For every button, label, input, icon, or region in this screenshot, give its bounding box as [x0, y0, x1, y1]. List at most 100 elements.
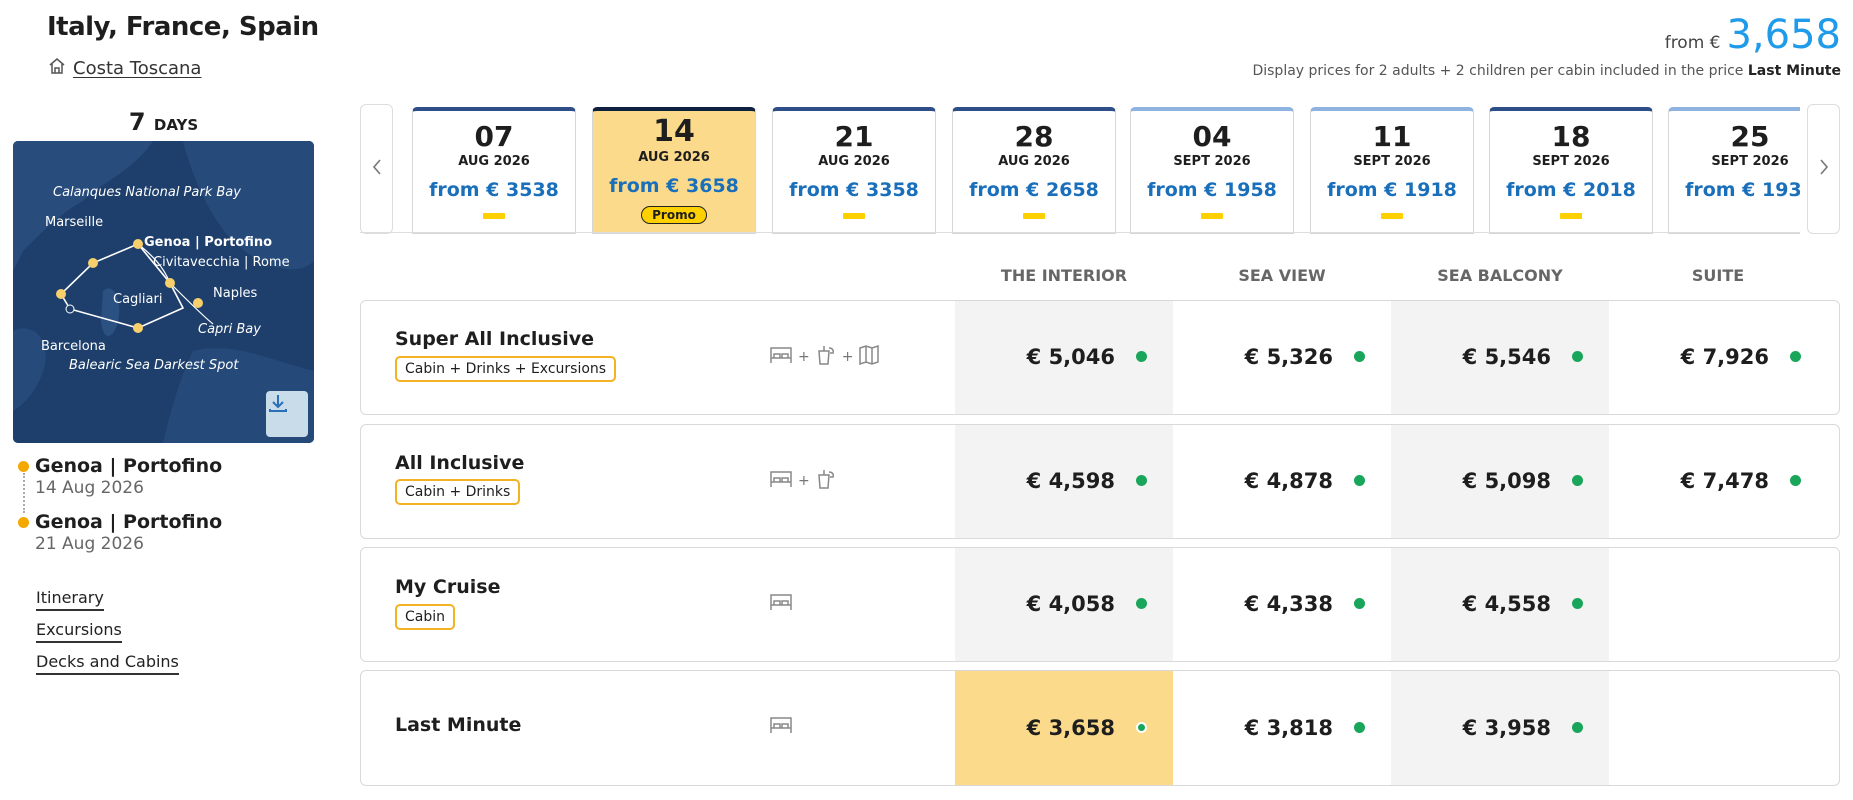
rate-name: My Cruise	[395, 576, 501, 598]
availability-dot-icon	[1790, 475, 1801, 486]
price-cell[interactable]: € 3,958	[1391, 671, 1609, 785]
itinerary-stops: Genoa | Portofino 14 Aug 2026 Genoa | Po…	[18, 455, 222, 567]
price-cell[interactable]: € 4,058	[955, 548, 1173, 660]
price-cell[interactable]: € 5,098	[1391, 425, 1609, 537]
date-card[interactable]: 28 AUG 2026 from € 2658	[952, 107, 1116, 234]
date-month: SEPT 2026	[1711, 154, 1789, 169]
price-value: € 7,926	[1680, 345, 1769, 369]
map-label-calanques: Calanques National Park Bay	[53, 185, 241, 200]
download-map-button[interactable]	[266, 391, 308, 437]
ship-link[interactable]: Costa Toscana	[47, 56, 201, 81]
rate-name: Last Minute	[395, 714, 522, 736]
price-value: € 5,098	[1462, 469, 1551, 493]
availability-dot-icon	[1572, 598, 1583, 609]
price-cell[interactable]: € 7,926	[1609, 301, 1827, 413]
price-cell[interactable]: € 4,558	[1391, 548, 1609, 660]
date-day: 21	[834, 120, 874, 153]
availability-dot-icon	[1136, 722, 1147, 733]
date-card[interactable]: 21 AUG 2026 from € 3358	[772, 107, 936, 234]
decks-and-cabins-link[interactable]: Decks and Cabins	[36, 652, 179, 675]
col-header-suite: SUITE	[1691, 266, 1745, 285]
date-day: 11	[1372, 120, 1412, 153]
price-value: € 4,878	[1244, 469, 1333, 493]
stop-port: Genoa | Portofino	[35, 511, 223, 533]
stop-item: Genoa | Portofino 21 Aug 2026	[18, 511, 222, 567]
price-value: € 4,058	[1026, 592, 1115, 616]
from-label: from €	[1664, 33, 1721, 53]
map-label-barcelona: Barcelona	[41, 339, 106, 354]
info-links: Itinerary Excursions Decks and Cabins	[36, 588, 179, 684]
price-cell[interactable]: € 5,546	[1391, 301, 1609, 413]
price-value: € 3,958	[1462, 716, 1551, 740]
date-day: 25	[1730, 120, 1770, 153]
date-price: from € 2018	[1506, 179, 1636, 201]
page-title: Italy, France, Spain	[47, 12, 319, 42]
rate-icons: + +	[768, 343, 881, 371]
date-indicator	[483, 213, 505, 219]
date-price: from € 1938	[1685, 179, 1800, 201]
date-card-selected[interactable]: 14 AUG 2026 from € 3658 Promo	[592, 107, 756, 234]
rate-tag: Cabin + Drinks + Excursions	[395, 356, 617, 382]
price-cell[interactable]: € 4,598	[955, 425, 1173, 537]
date-price: from € 3658	[609, 175, 739, 197]
price-cell[interactable]: € 4,878	[1173, 425, 1391, 537]
price-cell[interactable]: € 5,326	[1173, 301, 1391, 413]
date-indicator	[843, 213, 865, 219]
date-card[interactable]: 07 AUG 2026 from € 3538	[412, 107, 576, 234]
date-month: AUG 2026	[998, 154, 1070, 169]
price-cell[interactable]: € 5,046	[955, 301, 1173, 413]
date-price: from € 3538	[429, 179, 559, 201]
date-month: AUG 2026	[458, 154, 530, 169]
col-header-sea-balcony: SEA BALCONY	[1437, 266, 1563, 285]
from-price-value: 3,658	[1726, 12, 1841, 58]
stop-date: 14 Aug 2026	[35, 478, 144, 498]
date-card[interactable]: 18 SEPT 2026 from € 2018	[1489, 107, 1653, 234]
dates-prev-button[interactable]	[360, 104, 393, 234]
days-unit: DAYS	[153, 116, 199, 134]
stop-dot	[18, 517, 29, 528]
itinerary-map[interactable]: Calanques National Park Bay Marseille Ge…	[13, 141, 314, 443]
date-month: SEPT 2026	[1353, 154, 1431, 169]
map-label-marseille: Marseille	[45, 215, 104, 230]
availability-dot-icon	[1354, 475, 1365, 486]
col-header-sea-view: SEA VIEW	[1238, 266, 1326, 285]
date-price: from € 1918	[1327, 179, 1457, 201]
date-price: from € 1958	[1147, 179, 1277, 201]
excursions-link[interactable]: Excursions	[36, 620, 122, 643]
itinerary-link[interactable]: Itinerary	[36, 588, 104, 611]
price-value: € 4,338	[1244, 592, 1333, 616]
date-indicator	[1201, 213, 1223, 219]
days-count: 7 DAYS	[13, 108, 314, 136]
drink-icon	[814, 467, 838, 495]
display-note-rate: Last Minute	[1747, 63, 1841, 79]
availability-dot-icon	[1572, 722, 1583, 733]
stop-date: 21 Aug 2026	[35, 534, 144, 554]
availability-dot-icon	[1354, 598, 1365, 609]
date-day: 18	[1551, 120, 1591, 153]
dates-next-button[interactable]	[1807, 104, 1840, 234]
date-day: 04	[1192, 120, 1232, 153]
home-icon	[47, 56, 67, 81]
price-cell[interactable]: € 4,338	[1173, 548, 1391, 660]
availability-dot-icon	[1572, 475, 1583, 486]
rate-icons: +	[768, 467, 838, 495]
ship-name[interactable]: Costa Toscana	[73, 58, 201, 79]
date-card[interactable]: 25 SEPT 2026 from € 1938	[1668, 107, 1800, 234]
date-month: AUG 2026	[638, 150, 710, 165]
chevron-left-icon	[371, 157, 383, 182]
price-cell-selected[interactable]: € 3,658	[955, 671, 1173, 785]
date-month: SEPT 2026	[1173, 154, 1251, 169]
stop-item: Genoa | Portofino 14 Aug 2026	[18, 455, 222, 511]
map-icon	[857, 343, 881, 371]
availability-dot-icon	[1790, 351, 1801, 362]
bed-icon	[768, 714, 794, 740]
date-card[interactable]: 04 SEPT 2026 from € 1958	[1130, 107, 1294, 234]
price-cell[interactable]: € 7,478	[1609, 425, 1827, 537]
date-indicator	[1560, 213, 1582, 219]
date-indicator	[1023, 213, 1045, 219]
map-label-naples: Naples	[213, 286, 258, 301]
rate-icons	[768, 714, 794, 740]
date-card[interactable]: 11 SEPT 2026 from € 1918	[1310, 107, 1474, 234]
price-cell[interactable]: € 3,818	[1173, 671, 1391, 785]
price-value: € 3,818	[1244, 716, 1333, 740]
